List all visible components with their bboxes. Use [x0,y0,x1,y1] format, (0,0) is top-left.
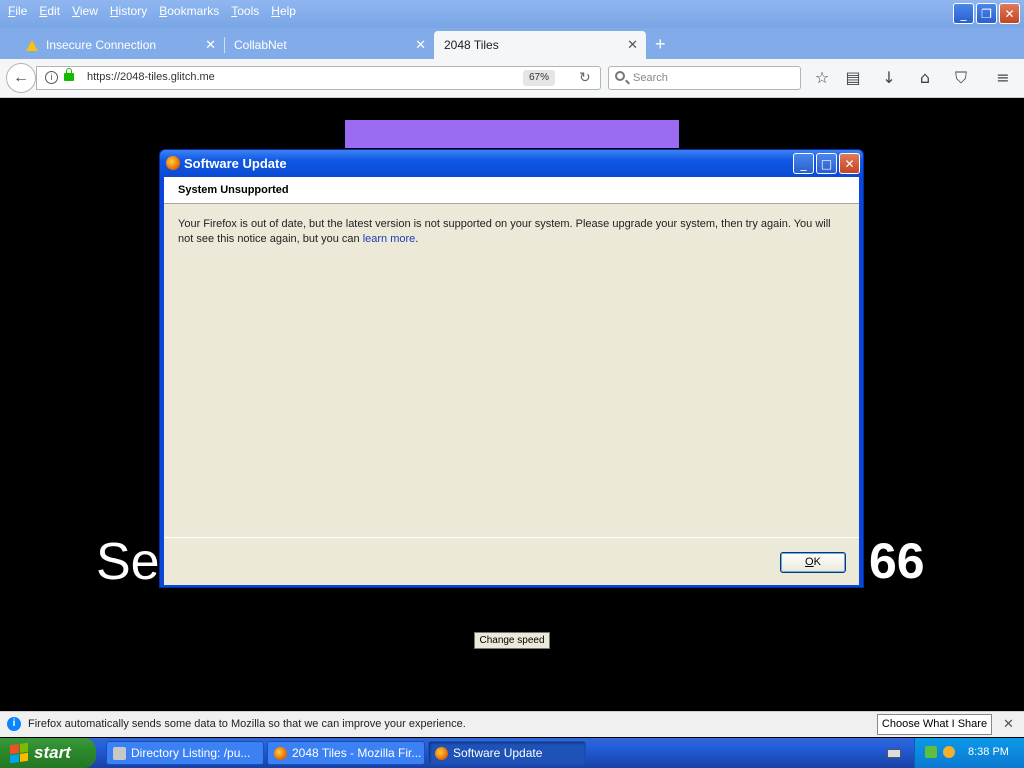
windows-logo-icon [10,742,28,764]
system-tray: 8:38 PM [914,738,1024,768]
notification-text: Firefox automatically sends some data to… [28,718,466,730]
score-text-left: Se [96,533,160,591]
network-icon[interactable] [925,746,937,758]
home-icon[interactable]: ⌂ [914,67,936,89]
dialog-body: System Unsupported Your Firefox is out o… [164,177,859,585]
new-tab-icon[interactable]: + [655,34,666,55]
bookmark-star-icon[interactable]: ☆ [811,67,833,89]
ok-button[interactable]: OK [780,552,846,573]
menu-bookmarks[interactable]: Bookmarks [159,4,219,18]
search-input[interactable]: Search [608,66,801,90]
dialog-titlebar: Software Update _ □ ✕ [160,150,863,177]
clock[interactable]: 8:38 PM [968,746,1009,758]
tab-insecure-connection[interactable]: Insecure Connection ✕ [16,31,224,59]
dialog-minimize-button[interactable]: _ [793,153,814,174]
close-icon[interactable]: ✕ [1003,716,1014,732]
firefox-icon [435,746,448,760]
close-tab-icon[interactable]: ✕ [415,37,426,53]
menu-view[interactable]: View [72,4,98,18]
dialog-divider [164,537,859,538]
taskbar-item-software-update[interactable]: Software Update [428,741,586,765]
dialog-heading: System Unsupported [178,184,289,196]
close-tab-icon[interactable]: ✕ [627,37,638,53]
keyboard-icon[interactable] [887,749,901,758]
url-text[interactable]: https://2048-tiles.glitch.me [87,71,215,83]
tab-2048-tiles[interactable]: 2048 Tiles ✕ [434,31,646,59]
downloads-icon[interactable]: ↓ [878,67,900,89]
menu-bar: File Edit View History Bookmarks Tools H… [0,0,304,22]
close-tab-icon[interactable]: ✕ [205,37,216,53]
navigation-toolbar: i https://2048-tiles.glitch.me 67% ↻ ← S… [0,59,1024,98]
search-icon [615,71,625,81]
software-update-dialog: Software Update _ □ ✕ System Unsupported… [159,149,864,588]
start-label: start [34,743,71,762]
reload-icon[interactable]: ↻ [579,69,591,86]
start-button[interactable]: start [0,738,96,768]
search-tray-icon[interactable] [943,746,955,758]
dialog-close-button[interactable]: ✕ [839,153,860,174]
game-tile [345,120,679,148]
directory-icon [113,746,126,760]
menu-help[interactable]: Help [271,4,296,18]
dialog-window-controls: _ □ ✕ [793,153,860,174]
url-bar[interactable]: i https://2048-tiles.glitch.me 67% ↻ [36,66,601,90]
choose-what-i-share-button[interactable]: Choose What I Share [877,714,992,735]
window-titlebar: File Edit View History Bookmarks Tools H… [0,0,1024,28]
taskbar-item-2048-tiles[interactable]: 2048 Tiles - Mozilla Fir... [267,741,425,765]
dialog-message: Your Firefox is out of date, but the lat… [178,218,831,245]
dialog-title: Software Update [184,156,287,171]
menu-file[interactable]: File [8,4,27,18]
back-button[interactable]: ← [6,63,36,93]
dialog-maximize-button[interactable]: □ [816,153,837,174]
tab-label: 2048 Tiles [444,38,499,52]
tab-label: Insecure Connection [46,38,157,52]
warning-icon [26,39,38,51]
score-text-right: 66 [869,533,925,589]
firefox-icon [166,156,180,170]
restore-button[interactable]: ❐ [976,3,997,24]
menu-tools[interactable]: Tools [231,4,259,18]
window-controls: _ ❐ ✕ [953,3,1020,24]
menu-history[interactable]: History [110,4,147,18]
info-icon[interactable]: i [45,71,58,84]
close-button[interactable]: ✕ [999,3,1020,24]
taskbar: start Directory Listing: /pu... 2048 Til… [0,738,1024,768]
tab-strip: Insecure Connection ✕ CollabNet ✕ 2048 T… [0,28,1024,59]
pocket-icon[interactable]: ⛉ [950,67,972,89]
library-icon[interactable]: ▤ [842,67,864,89]
info-icon: i [7,717,21,731]
lock-icon[interactable] [64,68,74,81]
change-speed-button[interactable]: Change speed [474,632,550,649]
firefox-icon [274,746,287,760]
zoom-indicator[interactable]: 67% [523,70,556,86]
taskbar-item-directory-listing[interactable]: Directory Listing: /pu... [106,741,264,765]
learn-more-link[interactable]: learn more [363,233,416,245]
minimize-button[interactable]: _ [953,3,974,24]
hamburger-menu-icon[interactable]: ≡ [992,67,1014,89]
notification-bar: i Firefox automatically sends some data … [0,711,1024,737]
menu-edit[interactable]: Edit [39,4,60,18]
dialog-header: System Unsupported [164,177,859,204]
tab-collabnet[interactable]: CollabNet ✕ [224,31,434,59]
tab-label: CollabNet [234,38,287,52]
search-placeholder: Search [633,72,668,84]
back-arrow-icon: ← [13,69,29,86]
